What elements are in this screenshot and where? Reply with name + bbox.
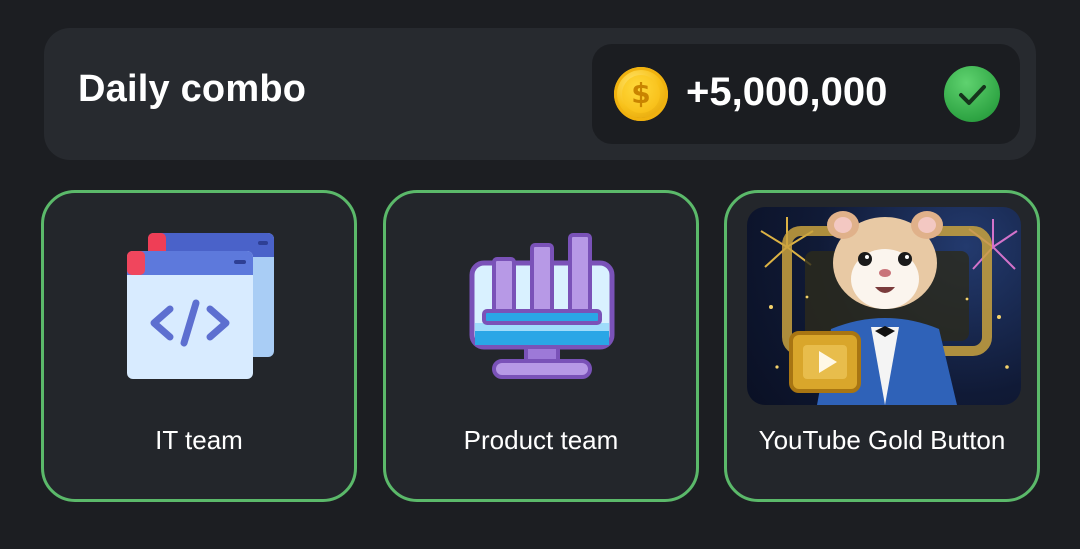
daily-combo-title: Daily combo <box>78 68 307 110</box>
coin-symbol: $ <box>622 75 660 113</box>
daily-combo-screen: Daily combo $ +5,000,000 IT team Product… <box>0 0 1080 549</box>
combo-card-product-team[interactable]: Product team <box>383 190 699 502</box>
combo-reward-amount: +5,000,000 <box>686 70 888 114</box>
card-label: IT team <box>155 425 243 455</box>
code-window-icon <box>127 233 274 379</box>
combo-card-youtube-gold-button[interactable]: YouTube Gold Button <box>724 190 1040 502</box>
combo-reward-pill: $ +5,000,000 <box>592 44 1020 144</box>
card-label: Product team <box>463 425 619 455</box>
daily-combo-header: Daily combo $ +5,000,000 <box>44 28 1036 160</box>
hamster-illustration <box>760 211 1018 405</box>
bar-chart-monitor-icon <box>469 233 615 379</box>
card-label: YouTube Gold Button <box>758 425 1006 455</box>
combo-card-it-team[interactable]: IT team <box>41 190 357 502</box>
checkmark-glyph <box>959 85 986 105</box>
hamster-gold-button-image <box>747 207 1021 405</box>
check-icon <box>944 66 1000 122</box>
coin-icon: $ <box>614 67 668 121</box>
